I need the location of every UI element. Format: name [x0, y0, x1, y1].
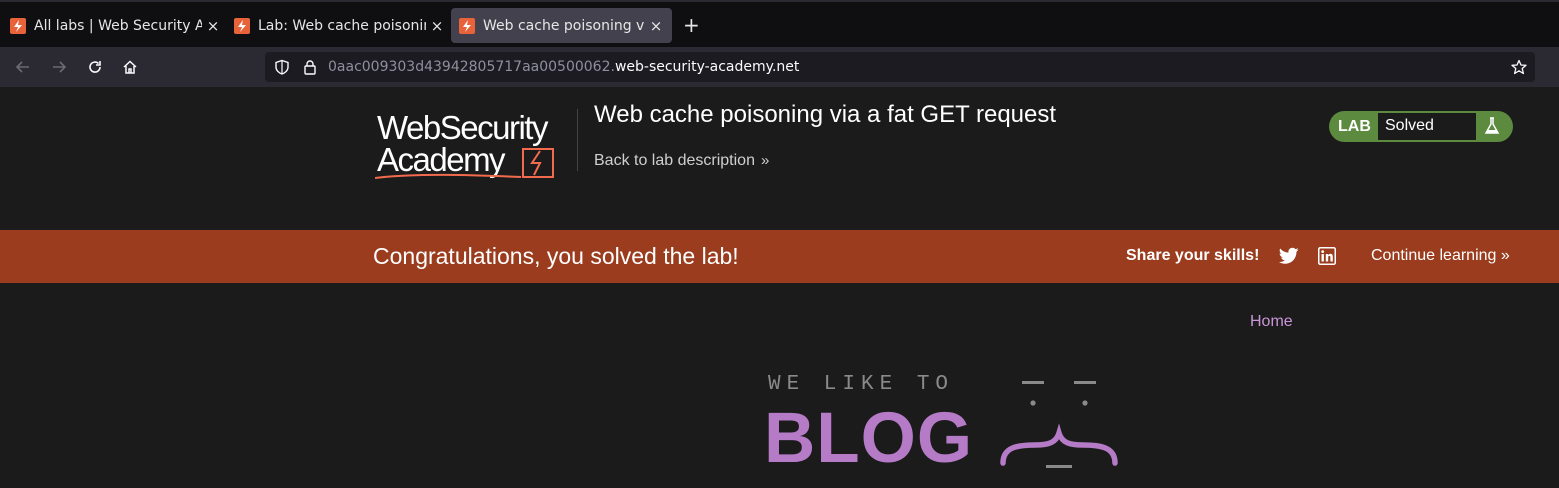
blog-logo: WE LIKE TO BLOG [760, 370, 1130, 488]
url-text[interactable]: 0aac009303d43942805717aa00500062.web-sec… [328, 59, 799, 75]
congratulations-message: Congratulations, you solved the lab! [373, 243, 739, 269]
lock-icon[interactable] [302, 59, 318, 75]
blog-tagline: WE LIKE TO [768, 373, 955, 396]
back-to-lab-description-link[interactable]: Back to lab description » [594, 152, 769, 170]
share-skills-label: Share your skills! [1126, 247, 1260, 264]
back-arrow-icon[interactable] [13, 57, 33, 77]
academy-favicon-icon [10, 17, 26, 34]
twitter-icon[interactable] [1279, 247, 1299, 265]
academy-favicon-icon [459, 17, 475, 34]
header-divider [577, 109, 578, 171]
tab-title: All labs | Web Security Ac [34, 17, 202, 34]
url-domain: web-security-academy.net [614, 59, 800, 75]
tab-close-icon[interactable]: × [649, 17, 663, 35]
double-chevron-right-icon: » [760, 152, 770, 169]
forward-arrow-icon[interactable] [49, 57, 69, 77]
tab-web-cache-poisoning[interactable]: Web cache poisoning via × [451, 8, 672, 43]
continue-learning-label: Continue learning [1371, 247, 1497, 264]
continue-learning-link[interactable]: Continue learning » [1371, 247, 1510, 265]
double-chevron-right-icon: » [1500, 247, 1510, 264]
tab-close-icon[interactable]: × [430, 17, 444, 35]
solved-banner: Congratulations, you solved the lab! Sha… [0, 230, 1559, 283]
home-icon[interactable] [120, 57, 140, 77]
flask-icon [1484, 117, 1500, 134]
url-subdomain: 0aac009303d43942805717aa00500062. [328, 59, 615, 75]
lab-status-value: Solved [1378, 113, 1476, 140]
blog-wordmark: BLOG [764, 399, 974, 478]
academy-favicon-icon [234, 17, 250, 34]
tab-lab[interactable]: Lab: Web cache poisonin × [226, 8, 452, 43]
academy-header: WebSecurity Academy Web cache poisoning … [0, 87, 1559, 230]
back-link-label: Back to lab description [594, 152, 755, 169]
linkedin-icon[interactable] [1318, 247, 1336, 265]
lab-status-widget: LAB Solved [1329, 111, 1513, 142]
logo-bolt-icon [375, 148, 554, 179]
url-bar[interactable]: 0aac009303d43942805717aa00500062.web-sec… [265, 52, 1535, 82]
tab-all-labs[interactable]: All labs | Web Security Ac × [2, 8, 228, 43]
lab-title: Web cache poisoning via a fat GET reques… [594, 101, 1057, 128]
new-tab-button[interactable]: + [683, 13, 700, 37]
star-icon[interactable] [1511, 59, 1527, 75]
shield-icon[interactable] [274, 59, 290, 75]
home-nav-link[interactable]: Home [1250, 313, 1293, 331]
web-security-academy-logo[interactable]: WebSecurity Academy [375, 109, 575, 181]
reload-icon[interactable] [85, 57, 105, 77]
navigation-toolbar: 0aac009303d43942805717aa00500062.web-sec… [0, 47, 1559, 87]
tab-strip: All labs | Web Security Ac × Lab: Web ca… [0, 0, 1559, 47]
tab-title: Lab: Web cache poisonin [258, 17, 426, 34]
tab-close-icon[interactable]: × [206, 17, 220, 35]
lab-status-tag: LAB [1338, 118, 1371, 135]
tab-title: Web cache poisoning via [483, 17, 645, 34]
blog-face-icon [1000, 381, 1118, 468]
